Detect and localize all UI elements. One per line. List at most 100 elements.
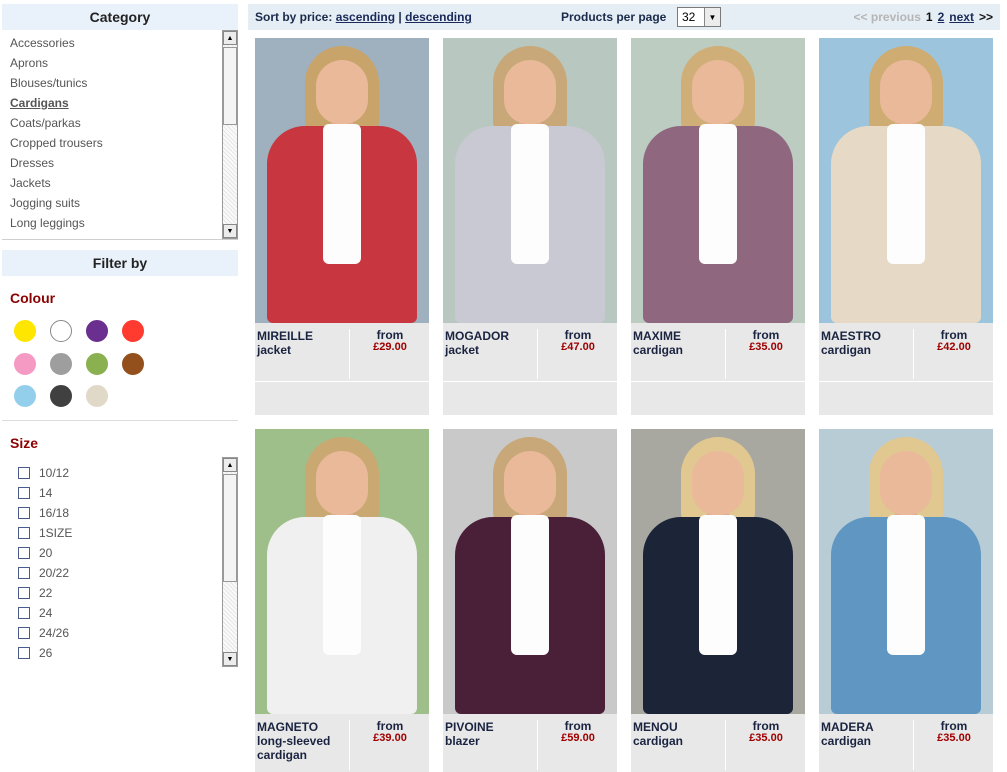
category-item-cropped-trousers[interactable]: Cropped trousers	[10, 133, 238, 153]
product-name[interactable]: MAESTRO cardigan	[821, 329, 911, 357]
scroll-thumb[interactable]	[223, 474, 237, 582]
product-image[interactable]	[819, 38, 993, 323]
product-card[interactable]: MIREILLE jacket from £29.00	[255, 38, 429, 415]
product-name[interactable]: MIREILLE jacket	[257, 329, 347, 357]
size-checkbox[interactable]	[18, 607, 30, 619]
size-label: 24	[39, 606, 53, 620]
chevron-down-icon[interactable]: ▼	[704, 8, 720, 26]
product-name[interactable]: PIVOINE blazer	[445, 720, 535, 748]
product-card[interactable]: MOGADOR jacket from £47.00	[443, 38, 617, 415]
price-from-label: from	[752, 328, 780, 342]
products-per-page-select[interactable]: 32 ▼	[677, 7, 721, 27]
product-name-line: long-sleeved	[257, 734, 331, 748]
size-option[interactable]: 10/12	[18, 463, 238, 483]
size-option[interactable]: 20	[18, 543, 238, 563]
scroll-track[interactable]	[223, 472, 237, 652]
product-card[interactable]: MADERA cardigan from £35.00	[819, 429, 993, 772]
product-name[interactable]: MAGNETO long-sleeved cardigan	[257, 720, 347, 762]
product-image[interactable]	[255, 429, 429, 714]
product-name[interactable]: MADERA cardigan	[821, 720, 911, 748]
price-from-label: from	[752, 719, 780, 733]
shirt	[699, 124, 737, 264]
product-image[interactable]	[255, 38, 429, 323]
product-card[interactable]: MENOU cardigan from £35.00	[631, 429, 805, 772]
size-checkbox[interactable]	[18, 487, 30, 499]
category-item-accessories[interactable]: Accessories	[10, 33, 238, 53]
size-checkbox[interactable]	[18, 627, 30, 639]
scroll-up-arrow-icon[interactable]: ▲	[223, 458, 237, 472]
product-name[interactable]: MENOU cardigan	[633, 720, 723, 748]
sort-descending-link[interactable]: descending	[405, 10, 472, 24]
product-card[interactable]: PIVOINE blazer from £59.00	[443, 429, 617, 772]
colour-swatch[interactable]	[122, 352, 144, 375]
category-item-coats-parkas[interactable]: Coats/parkas	[10, 113, 238, 133]
product-name-line: jacket	[445, 343, 480, 357]
size-label: 10/12	[39, 466, 70, 480]
next-page-link[interactable]: next	[949, 10, 974, 24]
category-item-blouses-tunics[interactable]: Blouses/tunics	[10, 73, 238, 93]
scroll-track[interactable]	[223, 45, 237, 224]
product-name[interactable]: MAXIME cardigan	[633, 329, 723, 357]
scroll-down-arrow-icon[interactable]: ▼	[223, 224, 237, 238]
size-scrollbar[interactable]: ▲ ▼	[222, 457, 238, 667]
colour-swatch[interactable]	[14, 385, 36, 408]
size-checkbox[interactable]	[18, 567, 30, 579]
size-checkbox[interactable]	[18, 467, 30, 479]
colour-swatch[interactable]	[86, 352, 108, 375]
product-image[interactable]	[819, 429, 993, 714]
product-name[interactable]: MOGADOR jacket	[445, 329, 535, 357]
next-arrows-link[interactable]: >>	[979, 10, 993, 24]
colour-swatch[interactable]	[14, 320, 36, 342]
category-item-jackets[interactable]: Jackets	[10, 173, 238, 193]
size-option[interactable]: 1SIZE	[18, 523, 238, 543]
size-option[interactable]: 24	[18, 603, 238, 623]
category-list: Accessories Aprons Blouses/tunics Cardig…	[2, 30, 238, 233]
size-option[interactable]: 22	[18, 583, 238, 603]
scroll-up-arrow-icon[interactable]: ▲	[223, 31, 237, 45]
product-image[interactable]	[631, 429, 805, 714]
info-rule	[443, 381, 617, 382]
page-2-link[interactable]: 2	[938, 10, 945, 24]
category-item-jogging-suits[interactable]: Jogging suits	[10, 193, 238, 213]
colour-swatch[interactable]	[50, 352, 72, 375]
model-face	[504, 60, 556, 124]
scroll-thumb[interactable]	[223, 47, 237, 125]
product-card[interactable]: MAXIME cardigan from £35.00	[631, 38, 805, 415]
product-price: £35.00	[937, 732, 971, 744]
category-item-aprons[interactable]: Aprons	[10, 53, 238, 73]
colour-swatch[interactable]	[14, 352, 36, 375]
category-item-dresses[interactable]: Dresses	[10, 153, 238, 173]
size-option[interactable]: 24/26	[18, 623, 238, 643]
product-image[interactable]	[443, 38, 617, 323]
product-image[interactable]	[631, 38, 805, 323]
colour-swatch[interactable]	[86, 320, 108, 342]
size-option[interactable]: 26	[18, 643, 238, 663]
category-list-container: Accessories Aprons Blouses/tunics Cardig…	[2, 30, 238, 240]
product-image[interactable]	[443, 429, 617, 714]
size-checkbox[interactable]	[18, 587, 30, 599]
size-option[interactable]: 16/18	[18, 503, 238, 523]
category-item-cardigans[interactable]: Cardigans	[10, 93, 238, 113]
size-option[interactable]: 20/22	[18, 563, 238, 583]
sort-ascending-link[interactable]: ascending	[336, 10, 395, 24]
product-price: £59.00	[561, 732, 595, 744]
size-checkbox[interactable]	[18, 507, 30, 519]
size-checkbox[interactable]	[18, 547, 30, 559]
product-name-line: cardigan	[633, 734, 684, 748]
info-rule	[255, 381, 429, 382]
colour-swatch[interactable]	[122, 320, 144, 342]
size-checkbox[interactable]	[18, 647, 30, 659]
product-card[interactable]: MAGNETO long-sleeved cardigan from £39.0…	[255, 429, 429, 772]
info-divider	[725, 720, 726, 770]
size-option[interactable]: 14	[18, 483, 238, 503]
colour-swatch[interactable]	[86, 385, 108, 408]
category-scrollbar[interactable]: ▲ ▼	[222, 30, 238, 239]
size-checkbox[interactable]	[18, 527, 30, 539]
product-card[interactable]: MAESTRO cardigan from £42.00	[819, 38, 993, 415]
info-divider	[913, 720, 914, 770]
scroll-down-arrow-icon[interactable]: ▼	[223, 652, 237, 666]
product-info: MAGNETO long-sleeved cardigan from £39.0…	[255, 714, 429, 772]
colour-swatch[interactable]	[50, 385, 72, 408]
colour-swatch[interactable]	[50, 320, 72, 342]
category-item-long-leggings[interactable]: Long leggings	[10, 213, 238, 233]
